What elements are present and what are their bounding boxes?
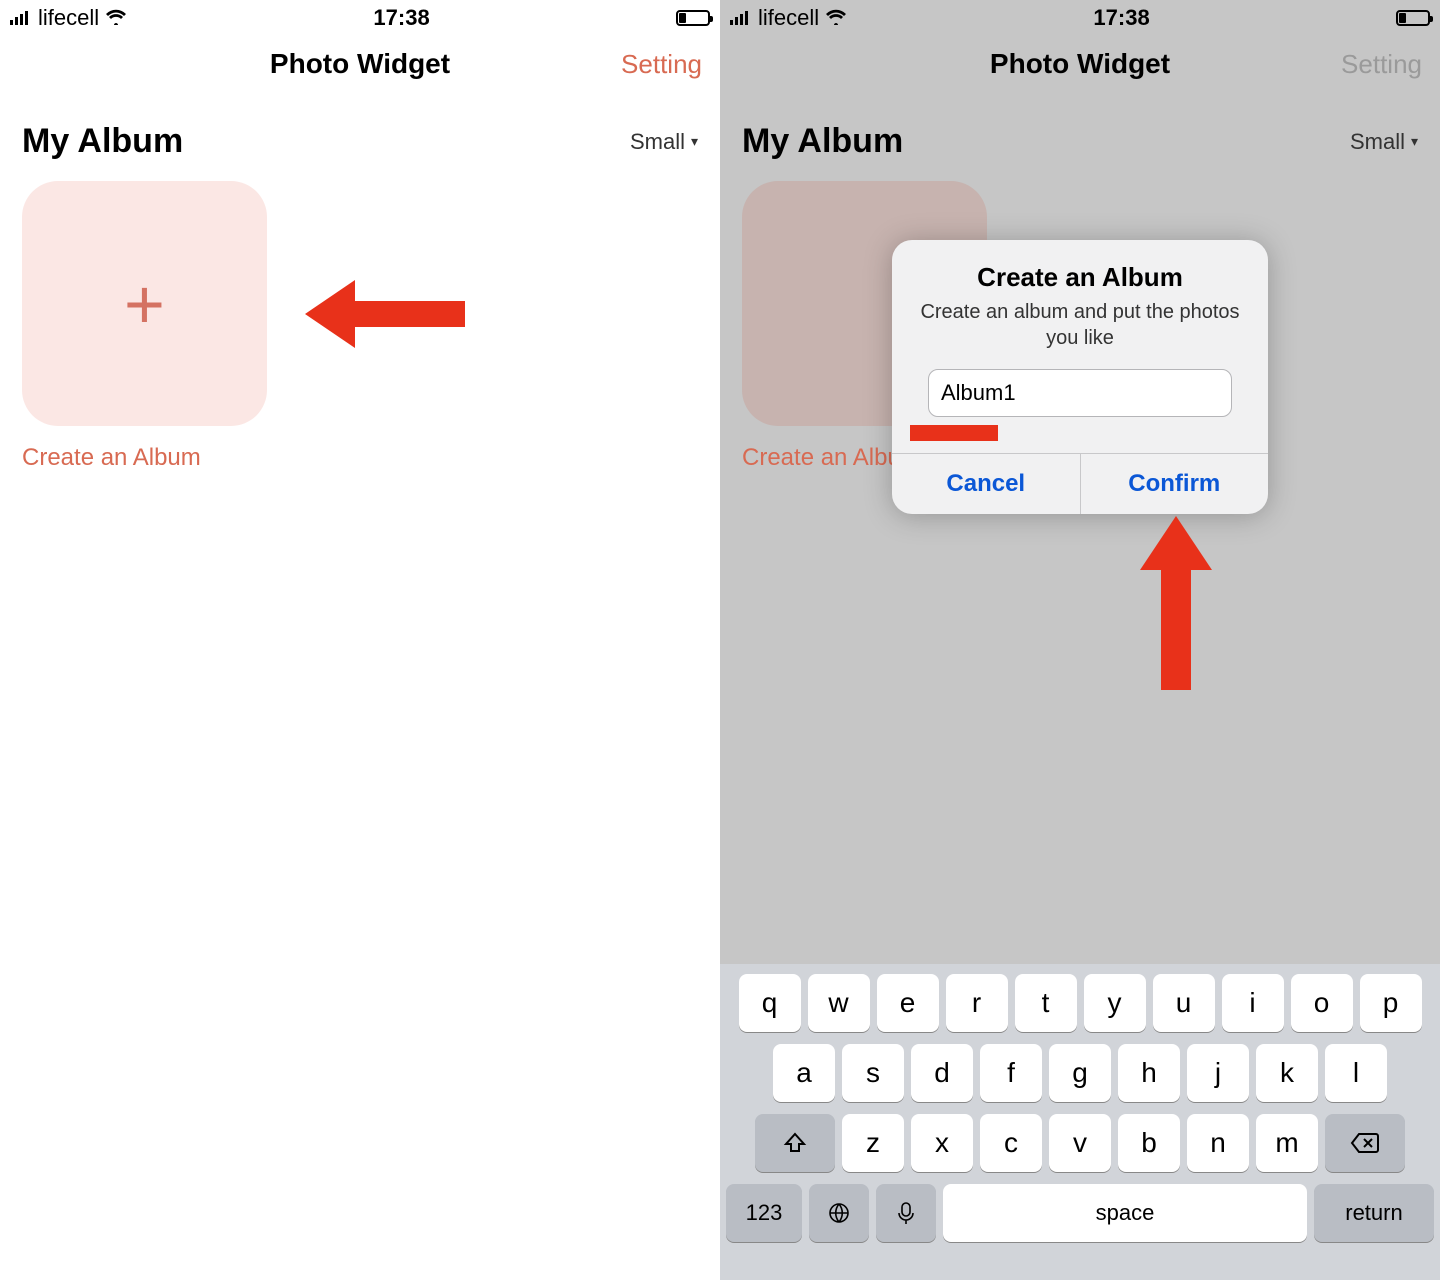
key-d[interactable]: d xyxy=(911,1044,973,1102)
annotation-arrow-to-tile xyxy=(305,280,465,348)
chevron-down-icon: ▾ xyxy=(1411,133,1418,150)
key-s[interactable]: s xyxy=(842,1044,904,1102)
size-value: Small xyxy=(630,129,685,155)
dialog-title: Create an Album xyxy=(914,262,1246,293)
dialog-message: Create an album and put the photos you l… xyxy=(914,299,1246,351)
return-key[interactable]: return xyxy=(1314,1184,1434,1242)
annotation-arrow-to-confirm xyxy=(1140,516,1212,690)
key-j[interactable]: j xyxy=(1187,1044,1249,1102)
key-n[interactable]: n xyxy=(1187,1114,1249,1172)
cancel-button[interactable]: Cancel xyxy=(892,454,1080,514)
key-p[interactable]: p xyxy=(1360,974,1422,1032)
key-f[interactable]: f xyxy=(980,1044,1042,1102)
key-w[interactable]: w xyxy=(808,974,870,1032)
album-section-header: My Album Small ▾ xyxy=(0,92,720,177)
annotation-text-underline xyxy=(910,425,998,441)
confirm-button[interactable]: Confirm xyxy=(1080,454,1269,514)
carrier-label: lifecell xyxy=(38,5,99,31)
size-value: Small xyxy=(1350,129,1405,155)
key-a[interactable]: a xyxy=(773,1044,835,1102)
kbd-row-1: qwertyuiop xyxy=(726,974,1434,1032)
create-album-dialog: Create an Album Create an album and put … xyxy=(892,240,1268,514)
album-section-header: My Album Small ▾ xyxy=(720,92,1440,177)
carrier-label: lifecell xyxy=(758,5,819,31)
status-bar: lifecell 17:38 xyxy=(720,0,1440,36)
wifi-icon xyxy=(105,5,127,31)
numbers-key[interactable]: 123 xyxy=(726,1184,802,1242)
kbd-row-3: zxcvbnm xyxy=(726,1114,1434,1172)
key-y[interactable]: y xyxy=(1084,974,1146,1032)
key-c[interactable]: c xyxy=(980,1114,1042,1172)
ios-keyboard: qwertyuiop asdfghjkl zxcvbnm 123 space r… xyxy=(720,964,1440,1280)
key-r[interactable]: r xyxy=(946,974,1008,1032)
key-x[interactable]: x xyxy=(911,1114,973,1172)
kbd-row-4: 123 space return xyxy=(726,1184,1434,1242)
my-album-label: My Album xyxy=(22,122,183,161)
status-bar: lifecell 17:38 xyxy=(0,0,720,36)
key-l[interactable]: l xyxy=(1325,1044,1387,1102)
key-v[interactable]: v xyxy=(1049,1114,1111,1172)
wifi-icon xyxy=(825,5,847,31)
key-b[interactable]: b xyxy=(1118,1114,1180,1172)
plus-icon: + xyxy=(124,269,165,339)
key-t[interactable]: t xyxy=(1015,974,1077,1032)
shift-key[interactable] xyxy=(755,1114,835,1172)
clock: 17:38 xyxy=(1093,5,1149,31)
page-title: Photo Widget xyxy=(270,48,450,80)
key-h[interactable]: h xyxy=(1118,1044,1180,1102)
key-i[interactable]: i xyxy=(1222,974,1284,1032)
create-album-caption: Create an Album xyxy=(22,444,698,472)
key-z[interactable]: z xyxy=(842,1114,904,1172)
key-m[interactable]: m xyxy=(1256,1114,1318,1172)
nav-bar: Photo Widget Setting xyxy=(0,36,720,92)
kbd-row-2: asdfghjkl xyxy=(726,1044,1434,1102)
key-q[interactable]: q xyxy=(739,974,801,1032)
create-album-tile[interactable]: + xyxy=(22,181,267,426)
settings-button[interactable]: Setting xyxy=(621,49,702,80)
settings-button[interactable]: Setting xyxy=(1341,49,1422,80)
globe-key[interactable] xyxy=(809,1184,869,1242)
chevron-down-icon: ▾ xyxy=(691,133,698,150)
cell-signal-icon xyxy=(10,5,32,31)
dictation-key[interactable] xyxy=(876,1184,936,1242)
nav-bar: Photo Widget Setting xyxy=(720,36,1440,92)
screenshot-step-2: lifecell 17:38 Photo Widget Setting My A… xyxy=(720,0,1440,1280)
album-name-input[interactable] xyxy=(928,369,1232,417)
page-title: Photo Widget xyxy=(990,48,1170,80)
backspace-key[interactable] xyxy=(1325,1114,1405,1172)
size-selector[interactable]: Small ▾ xyxy=(630,129,698,155)
clock: 17:38 xyxy=(373,5,429,31)
space-key[interactable]: space xyxy=(943,1184,1307,1242)
key-o[interactable]: o xyxy=(1291,974,1353,1032)
battery-icon xyxy=(1396,10,1430,26)
key-e[interactable]: e xyxy=(877,974,939,1032)
key-k[interactable]: k xyxy=(1256,1044,1318,1102)
battery-icon xyxy=(676,10,710,26)
cell-signal-icon xyxy=(730,5,752,31)
my-album-label: My Album xyxy=(742,122,903,161)
key-u[interactable]: u xyxy=(1153,974,1215,1032)
size-selector[interactable]: Small ▾ xyxy=(1350,129,1418,155)
key-g[interactable]: g xyxy=(1049,1044,1111,1102)
screenshot-step-1: lifecell 17:38 Photo Widget Setting My A… xyxy=(0,0,720,1280)
